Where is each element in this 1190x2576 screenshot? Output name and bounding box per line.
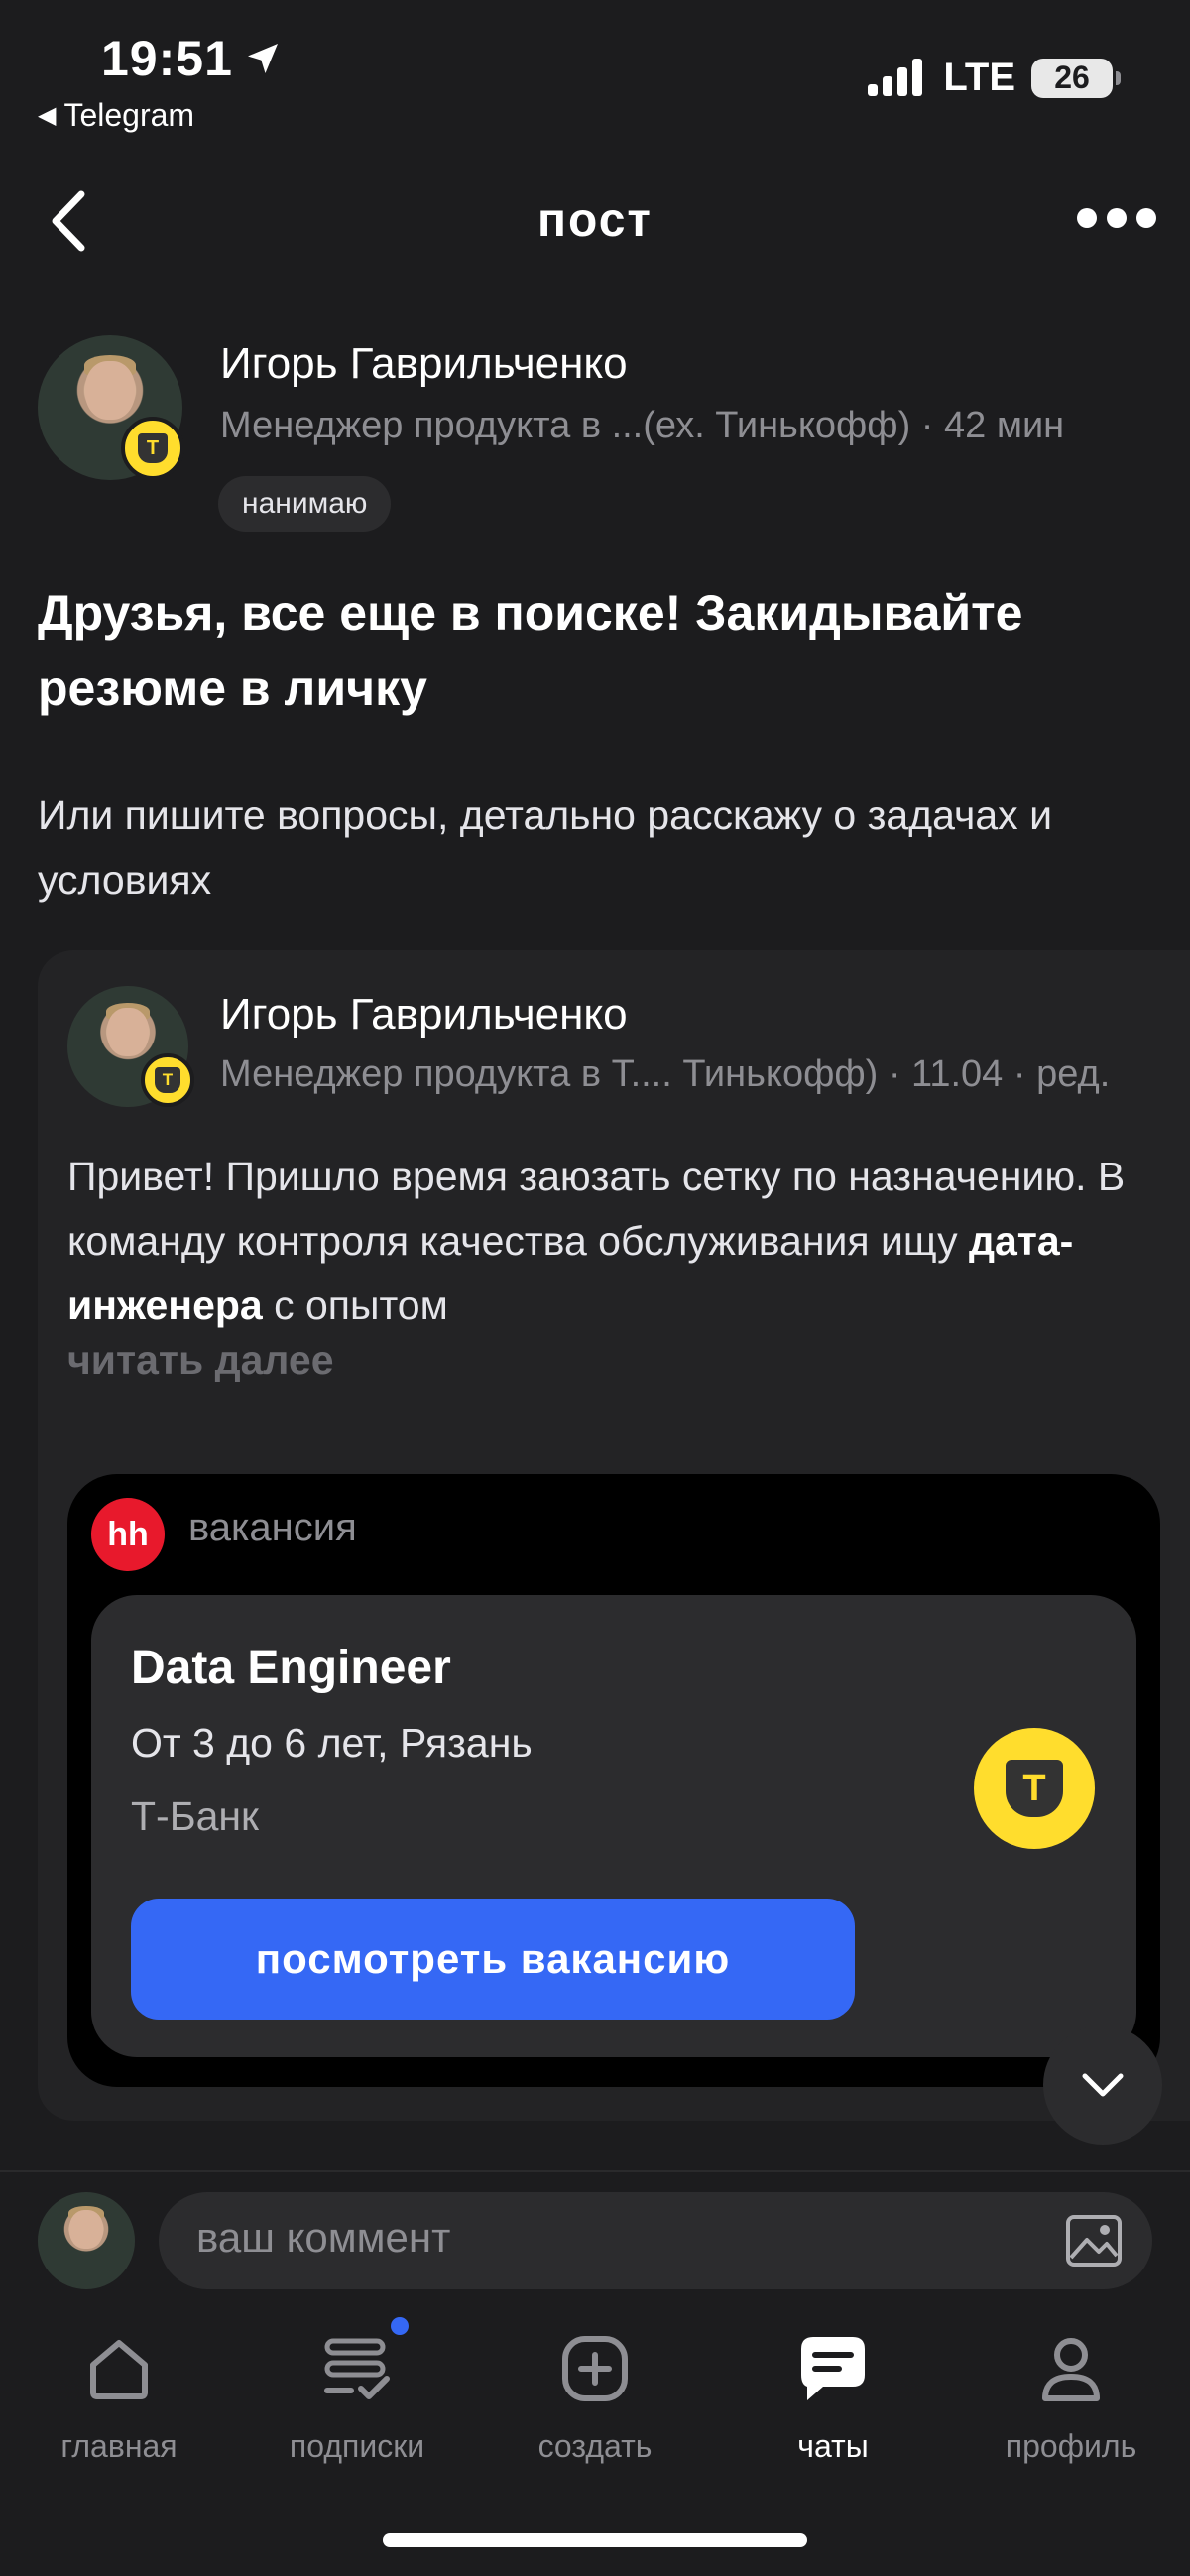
- vacancy-experience: От 3 до 6 лет, Рязань: [131, 1720, 533, 1766]
- plus-square-icon: [562, 2336, 628, 2401]
- view-vacancy-button[interactable]: посмотреть вакансию: [131, 1899, 855, 2020]
- author-name[interactable]: Игорь Гаврильченко: [220, 339, 628, 389]
- network-type: LTE: [943, 56, 1015, 99]
- comment-placeholder: ваш коммент: [196, 2214, 451, 2261]
- post-body: Или пишите вопросы, детально расскажу о …: [38, 793, 1052, 903]
- repost-author-subtitle: Менеджер продукта в Т.... Тинькофф) · 11…: [220, 1053, 1111, 1095]
- tab-subscriptions[interactable]: подписки: [238, 2329, 476, 2465]
- home-icon: [90, 2340, 148, 2399]
- attach-image-icon[interactable]: [1063, 2210, 1125, 2271]
- profile-icon: [1042, 2338, 1100, 2401]
- tab-home[interactable]: главная: [0, 2329, 238, 2465]
- battery-icon: 26: [1031, 58, 1121, 98]
- company-logo-icon: Т: [974, 1728, 1095, 1849]
- vacancy-title: Data Engineer: [131, 1642, 451, 1694]
- tbank-badge-icon: Т: [141, 1053, 194, 1107]
- chevron-down-icon: [1082, 2073, 1124, 2097]
- back-to-app-link[interactable]: ◀ Telegram: [38, 97, 194, 134]
- subscriptions-icon: [324, 2338, 390, 2399]
- vacancy-company: Т-Банк: [131, 1793, 259, 1839]
- post-title: Друзья, все еще в поиске! Закидывайте ре…: [38, 585, 1023, 716]
- more-options-icon[interactable]: [1077, 208, 1156, 228]
- vacancy-label: вакансия: [188, 1506, 357, 1549]
- tab-profile[interactable]: профиль: [952, 2329, 1190, 2465]
- status-time: 19:51: [101, 30, 283, 87]
- hh-logo-icon: hh: [91, 1498, 165, 1571]
- scroll-down-button[interactable]: [1043, 2025, 1162, 2145]
- status-badge: нанимаю: [218, 476, 392, 532]
- home-indicator[interactable]: [383, 2533, 807, 2547]
- tab-chats[interactable]: чаты: [714, 2329, 952, 2465]
- read-more-link[interactable]: читать далее: [67, 1337, 334, 1384]
- back-triangle-icon: ◀: [38, 102, 57, 129]
- tab-create[interactable]: создать: [476, 2329, 714, 2465]
- signal-icon: [868, 58, 923, 96]
- tbank-badge-icon: Т: [121, 417, 184, 480]
- location-arrow-icon: [247, 44, 278, 73]
- notification-dot: [391, 2317, 409, 2335]
- repost-body: Привет! Пришло время заюзать сетку по на…: [67, 1154, 1126, 1328]
- my-avatar[interactable]: [38, 2192, 135, 2289]
- page-title: пост: [537, 194, 653, 247]
- status-indicators: LTE 26: [868, 56, 1121, 100]
- chat-icon: [801, 2337, 865, 2400]
- author-subtitle: Менеджер продукта в ...(ех. Тинькофф) · …: [220, 405, 1065, 446]
- repost-author-name[interactable]: Игорь Гаврильченко: [220, 990, 628, 1040]
- battery-level: 26: [1054, 60, 1090, 95]
